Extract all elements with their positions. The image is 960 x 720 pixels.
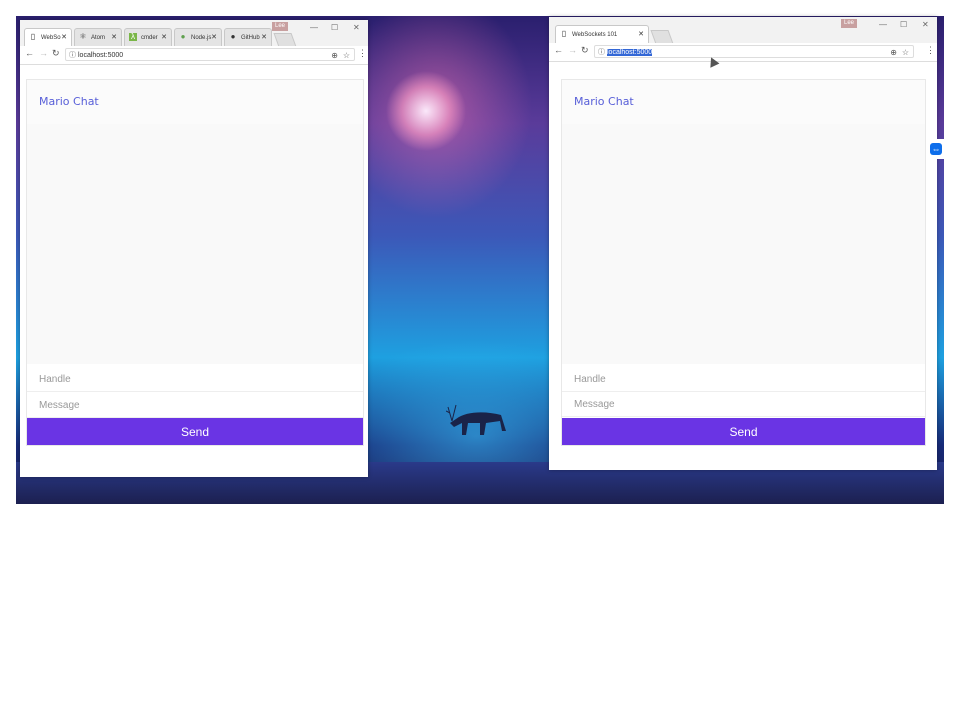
close-tab-icon[interactable]: ✕ [211, 29, 217, 47]
github-icon: ● [230, 32, 236, 41]
right-browser-window: ▯ WebSockets 101 ✕ Lee — ☐ ✕ ← → ↻ ⓘ loc… [549, 17, 937, 470]
browser-toolbar: ← → ↻ ⓘ localhost:5000 ⊕ ☆ ⋮ [20, 46, 368, 65]
minimize-icon[interactable]: — [879, 20, 887, 29]
address-bar[interactable]: ⓘ localhost:5000 ⊕ ☆ [594, 45, 914, 58]
profile-button[interactable]: Lee [272, 22, 289, 31]
tab-label: GitHub [241, 35, 260, 41]
maximize-icon[interactable]: ☐ [331, 23, 338, 32]
atom-icon: ⚛ [79, 32, 87, 41]
teamviewer-panel[interactable]: ⇔ [928, 139, 944, 159]
chat-output [27, 124, 363, 364]
message-input[interactable]: Message [27, 393, 363, 418]
page-icon: ▯ [561, 29, 567, 38]
zoom-icon[interactable]: ⊕ [331, 49, 338, 62]
tab-label: Node.js [191, 35, 212, 41]
menu-icon[interactable]: ⋮ [926, 45, 935, 56]
browser-toolbar: ← → ↻ ⓘ localhost:5000 ⊕ ☆ ⋮ [549, 43, 937, 62]
handle-input[interactable]: Handle [27, 367, 363, 392]
chat-title: Mario Chat [562, 80, 925, 124]
left-browser-window: ▯ WebSo ✕ ⚛ Atom ✕ λ cmder ✕ ● Node.js ✕… [20, 20, 368, 477]
tab-label: WebSo [41, 35, 61, 41]
reload-icon[interactable]: ↻ [52, 48, 60, 59]
zoom-icon[interactable]: ⊕ [890, 46, 897, 59]
cmder-icon: λ [129, 32, 137, 41]
close-window-icon[interactable]: ✕ [922, 20, 929, 29]
info-icon: ⓘ [69, 52, 76, 59]
back-icon[interactable]: ← [554, 45, 563, 55]
minimize-icon[interactable]: — [310, 23, 318, 32]
handle-input[interactable]: Handle [562, 367, 925, 392]
close-window-icon[interactable]: ✕ [353, 23, 360, 32]
close-tab-icon[interactable]: ✕ [161, 29, 167, 47]
mario-chat: Mario Chat Handle Message Send [26, 79, 364, 446]
close-tab-icon[interactable]: ✕ [261, 29, 267, 47]
tab-strip: ▯ WebSo ✕ ⚛ Atom ✕ λ cmder ✕ ● Node.js ✕… [20, 20, 368, 47]
forward-icon[interactable]: → [39, 48, 48, 58]
reload-icon[interactable]: ↻ [581, 45, 589, 56]
tab-strip: ▯ WebSockets 101 ✕ Lee — ☐ ✕ [549, 17, 937, 44]
tab-label: Atom [91, 35, 106, 41]
tab-github[interactable]: ● GitHub ✕ [224, 28, 272, 46]
bookmark-star-icon[interactable]: ☆ [902, 46, 909, 59]
tab-atom[interactable]: ⚛ Atom ✕ [74, 28, 122, 46]
info-icon: ⓘ [598, 49, 605, 56]
address-bar[interactable]: ⓘ localhost:5000 ⊕ ☆ [65, 48, 355, 61]
node-icon: ● [180, 32, 186, 41]
close-tab-icon[interactable]: ✕ [111, 29, 117, 47]
menu-icon[interactable]: ⋮ [358, 48, 367, 59]
profile-button[interactable]: Lee [841, 19, 858, 28]
tab-cmder[interactable]: λ cmder ✕ [124, 28, 172, 46]
tab-label: WebSockets 101 [572, 32, 618, 38]
teamviewer-icon: ⇔ [930, 143, 942, 155]
mario-chat: Mario Chat Handle Message Send [561, 79, 926, 446]
chat-output [562, 124, 925, 364]
tab-nodejs[interactable]: ● Node.js ✕ [174, 28, 222, 46]
chat-title: Mario Chat [27, 80, 363, 124]
tab-websockets[interactable]: ▯ WebSo ✕ [24, 28, 72, 46]
new-tab-button[interactable] [273, 33, 297, 47]
new-tab-button[interactable] [650, 30, 674, 44]
forward-icon[interactable]: → [568, 45, 577, 55]
send-button[interactable]: Send [27, 418, 363, 445]
url-text: localhost:5000 [78, 52, 124, 59]
deer-silhouette [446, 404, 506, 435]
bookmark-star-icon[interactable]: ☆ [343, 49, 350, 62]
maximize-icon[interactable]: ☐ [900, 20, 907, 29]
page-icon: ▯ [30, 32, 36, 41]
tab-websockets-101[interactable]: ▯ WebSockets 101 ✕ [555, 25, 649, 43]
back-icon[interactable]: ← [25, 48, 34, 58]
url-text-selected: localhost:5000 [607, 49, 653, 56]
tab-label: cmder [141, 35, 158, 41]
close-tab-icon[interactable]: ✕ [61, 29, 67, 47]
close-tab-icon[interactable]: ✕ [638, 26, 644, 44]
message-input[interactable]: Message [562, 392, 925, 417]
send-button[interactable]: Send [562, 418, 925, 445]
